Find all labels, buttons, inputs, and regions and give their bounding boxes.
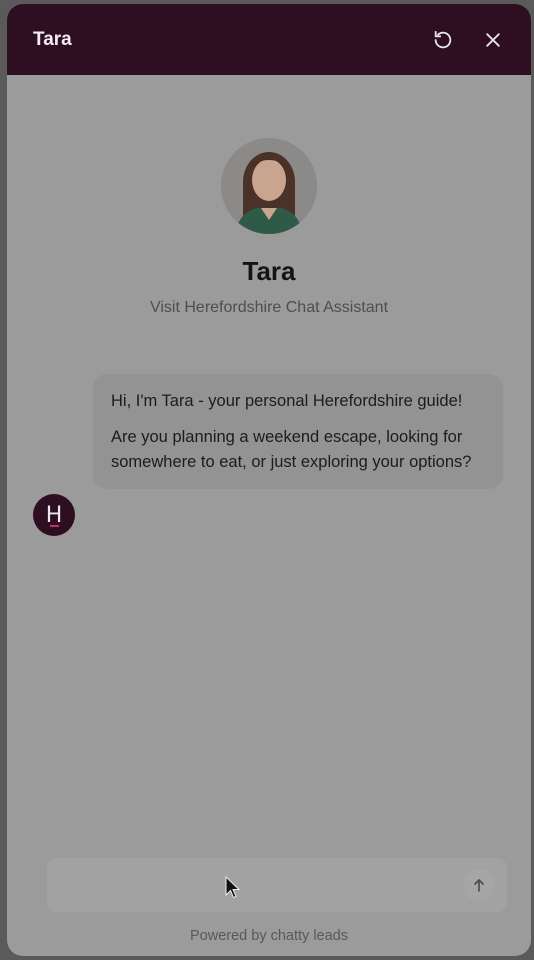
chat-widget: Tara Tara Visit Herefordshire Chat Assis… [7,4,531,956]
bot-avatar-accent [50,525,59,527]
assistant-name: Tara [242,256,296,286]
refresh-icon[interactable] [429,26,457,54]
assistant-subtitle: Visit Herefordshire Chat Assistant [149,299,389,316]
bot-avatar-letter: H [45,502,63,528]
message-text: Hi, I'm Tara - your personal Herefordshi… [111,392,463,410]
header-title: Tara [33,28,72,50]
assistant-profile: Tara Visit Herefordshire Chat Assistant [7,138,531,317]
arrow-up-icon [474,879,484,892]
mouse-cursor-icon [225,876,241,899]
send-button[interactable] [463,869,495,901]
bot-avatar: H [33,494,75,536]
message-text: Are you planning a weekend escape, looki… [111,428,472,471]
assistant-avatar [221,138,317,234]
close-icon[interactable] [479,26,507,54]
message-composer [47,858,507,914]
message-input[interactable] [61,858,445,914]
powered-by-footer[interactable]: Powered by chatty leads [7,928,531,944]
bot-message-bubble: Hi, I'm Tara - your personal Herefordshi… [93,374,503,489]
chat-header: Tara [7,4,531,75]
